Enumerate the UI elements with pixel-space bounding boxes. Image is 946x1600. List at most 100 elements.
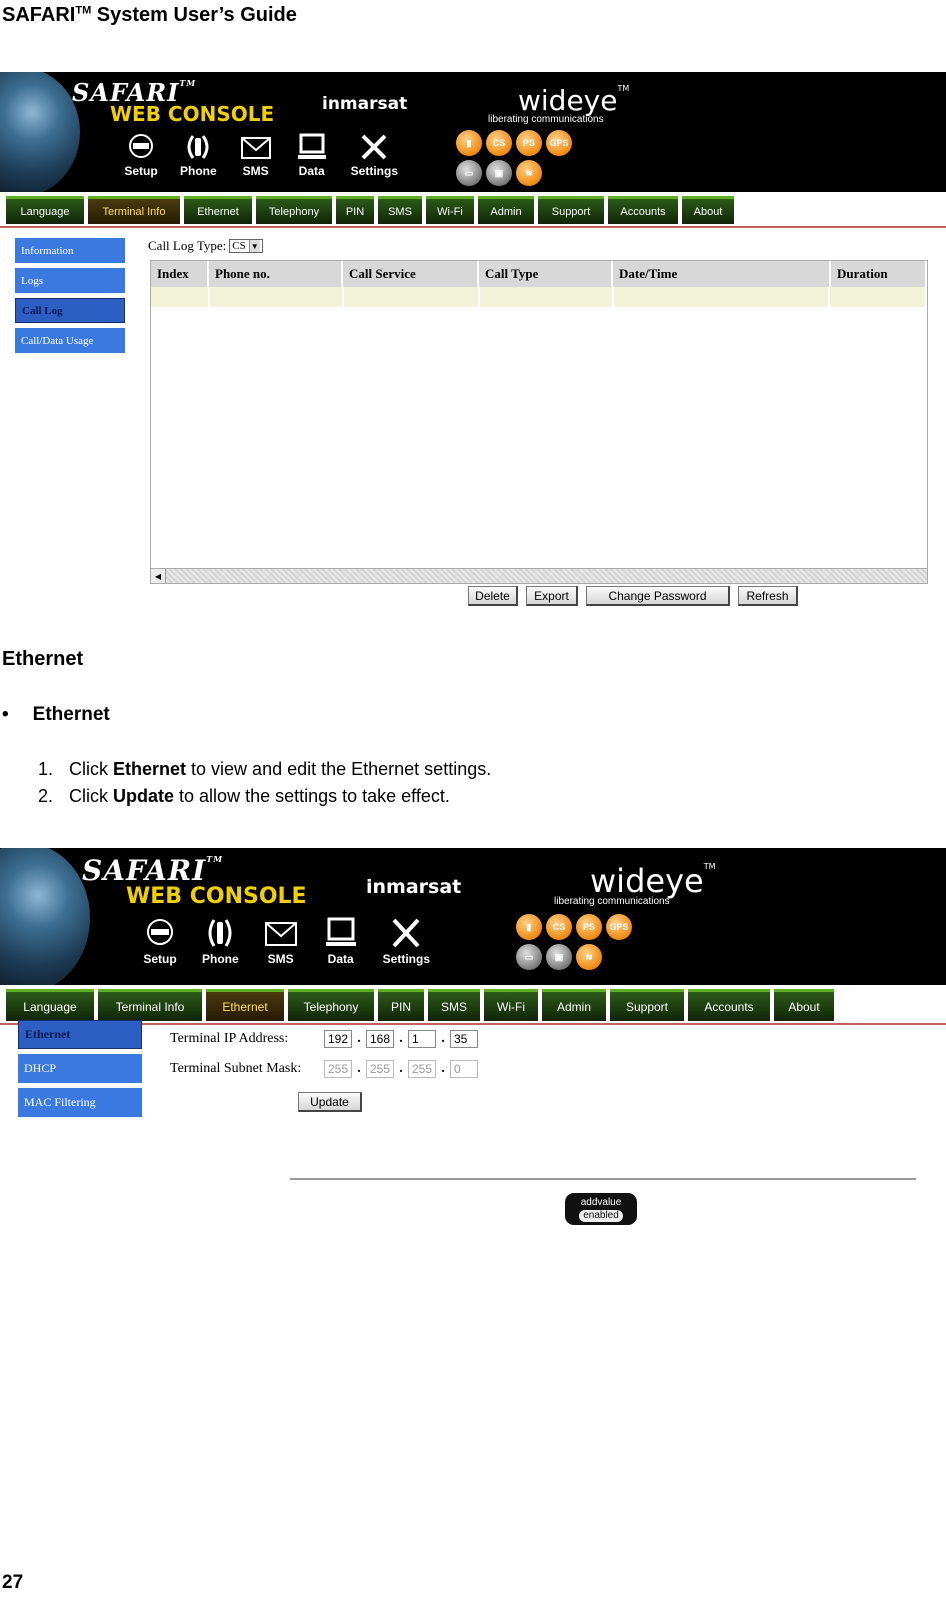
call-log-screenshot: SAFARITM WEB CONSOLE inmarsat wideyeTM l…	[0, 72, 946, 632]
page-number: 27	[2, 1572, 24, 1593]
sidebar-item-ethernet[interactable]: Ethernet	[18, 1020, 142, 1049]
tab-telephony[interactable]: Telephony	[256, 196, 332, 224]
tab-telephony[interactable]: Telephony	[288, 989, 374, 1021]
section-title: Ethernet	[2, 648, 84, 670]
ethernet-settings-form: Terminal IP Address: 192. 168. 1. 35 Ter…	[170, 1024, 478, 1084]
sidebar-item-call-data-usage[interactable]: Call/Data Usage	[15, 328, 125, 353]
tab-about[interactable]: About	[682, 196, 734, 224]
instruction-steps: 1. Click Ethernet to view and edit the Et…	[38, 756, 491, 810]
sms-icon	[264, 922, 297, 946]
settings-icon	[392, 918, 420, 948]
addvalue-enabled-logo: addvalue enabled	[565, 1193, 637, 1225]
setup-icon	[147, 919, 173, 945]
cs-status-icon: CS	[546, 914, 572, 940]
ip-octet-3-input[interactable]: 1	[408, 1030, 436, 1048]
tab-terminal-info[interactable]: Terminal Info	[88, 196, 180, 224]
ip-octet-2-input[interactable]: 168	[366, 1030, 394, 1048]
sms-menu[interactable]: SMS	[239, 132, 273, 178]
setup-menu[interactable]: Setup	[142, 916, 178, 966]
header-title: System User’s Guide	[91, 4, 297, 26]
update-button[interactable]: Update	[298, 1092, 362, 1112]
ip-address-label: Terminal IP Address:	[170, 1031, 289, 1046]
lock-status-icon: ▣	[486, 160, 512, 186]
phone-menu[interactable]: Phone	[180, 132, 217, 178]
bullet-item: • Ethernet	[2, 704, 110, 725]
globe-image	[0, 72, 80, 192]
tab-wifi[interactable]: Wi-Fi	[426, 196, 474, 224]
sidebar-item-dhcp[interactable]: DHCP	[18, 1054, 142, 1083]
table-header-row: Index Phone no. Call Service Call Type D…	[151, 261, 927, 287]
gps-status-icon: GPS	[606, 914, 632, 940]
tab-admin[interactable]: Admin	[478, 196, 534, 224]
subnet-mask-label: Terminal Subnet Mask:	[170, 1061, 302, 1076]
column-call-service[interactable]: Call Service	[343, 261, 479, 287]
tab-sms[interactable]: SMS	[378, 196, 422, 224]
call-log-type-label: Call Log Type:	[148, 238, 227, 253]
web-console-banner: SAFARITM WEB CONSOLE inmarsat wideyeTM l…	[0, 72, 946, 192]
document-header: SAFARITM System User’s Guide	[2, 4, 297, 27]
status-indicators: ▮ CS PS GPS ▭ ▣ ≋	[456, 130, 574, 186]
column-duration[interactable]: Duration	[831, 261, 927, 287]
tab-admin[interactable]: Admin	[542, 989, 606, 1021]
main-menu-icons: Setup Phone SMS Data Settings	[142, 916, 430, 966]
sidebar-item-mac-filtering[interactable]: MAC Filtering	[18, 1088, 142, 1117]
phone-icon	[187, 135, 209, 159]
data-menu[interactable]: Data	[323, 916, 359, 966]
scroll-left-icon[interactable]: ◀	[151, 569, 166, 583]
tab-ethernet[interactable]: Ethernet	[184, 196, 252, 224]
setup-icon	[129, 134, 153, 158]
sidebar-item-call-log[interactable]: Call Log	[15, 298, 125, 323]
phone-icon	[208, 919, 232, 947]
web-console-banner: SAFARITM WEB CONSOLE inmarsat wideyeTM l…	[0, 848, 946, 985]
cs-status-icon: CS	[486, 130, 512, 156]
ip-octet-1-input[interactable]: 192	[324, 1030, 352, 1048]
ip-octet-4-input[interactable]: 35	[450, 1030, 478, 1048]
delete-button[interactable]: Delete	[468, 586, 518, 606]
tab-ethernet[interactable]: Ethernet	[206, 989, 284, 1021]
status-indicators: ▮ CS PS GPS ▭ ▣ ≋	[516, 914, 634, 970]
column-date-time[interactable]: Date/Time	[613, 261, 831, 287]
footer-divider	[290, 1178, 916, 1180]
wifi-status-icon: ≋	[576, 944, 602, 970]
setup-menu[interactable]: Setup	[124, 132, 158, 178]
change-password-button[interactable]: Change Password	[586, 586, 730, 606]
tab-language[interactable]: Language	[6, 196, 84, 224]
wifi-status-icon: ≋	[516, 160, 542, 186]
column-index[interactable]: Index	[151, 261, 209, 287]
tab-pin[interactable]: PIN	[336, 196, 374, 224]
column-phone-no[interactable]: Phone no.	[209, 261, 343, 287]
refresh-button[interactable]: Refresh	[738, 586, 798, 606]
tab-wifi[interactable]: Wi-Fi	[484, 989, 538, 1021]
tab-sms[interactable]: SMS	[428, 989, 480, 1021]
tab-accounts[interactable]: Accounts	[608, 196, 678, 224]
tab-bar: Language Terminal Info Ethernet Telephon…	[0, 194, 946, 228]
data-menu[interactable]: Data	[295, 132, 329, 178]
tab-accounts[interactable]: Accounts	[688, 989, 770, 1021]
ip-address-row: Terminal IP Address: 192. 168. 1. 35	[170, 1024, 478, 1054]
settings-menu[interactable]: Settings	[351, 132, 398, 178]
tab-language[interactable]: Language	[6, 989, 94, 1021]
terminal-info-sidebar: Information Logs Call Log Call/Data Usag…	[15, 238, 125, 353]
ethernet-screenshot: SAFARITM WEB CONSOLE inmarsat wideyeTM l…	[0, 848, 946, 1248]
phone-menu[interactable]: Phone	[202, 916, 239, 966]
export-button[interactable]: Export	[526, 586, 578, 606]
column-call-type[interactable]: Call Type	[479, 261, 613, 287]
sim-status-icon: ▮	[516, 914, 542, 940]
call-log-type-select[interactable]: CS ▼	[229, 239, 263, 253]
horizontal-scrollbar[interactable]: ◀	[151, 568, 927, 583]
call-log-table: Index Phone no. Call Service Call Type D…	[150, 260, 928, 584]
sms-menu[interactable]: SMS	[263, 916, 299, 966]
tab-pin[interactable]: PIN	[378, 989, 424, 1021]
tab-terminal-info[interactable]: Terminal Info	[98, 989, 202, 1021]
sidebar-item-information[interactable]: Information	[15, 238, 125, 263]
settings-menu[interactable]: Settings	[383, 916, 430, 966]
tab-support[interactable]: Support	[610, 989, 684, 1021]
sidebar-item-logs[interactable]: Logs	[15, 268, 125, 293]
globe-image	[0, 848, 90, 985]
header-product-name: SAFARI	[2, 4, 76, 26]
ps-status-icon: PS	[516, 130, 542, 156]
ethernet-sidebar: Ethernet DHCP MAC Filtering	[18, 1020, 142, 1117]
tab-support[interactable]: Support	[538, 196, 604, 224]
tab-about[interactable]: About	[774, 989, 834, 1021]
inmarsat-logo: inmarsat	[366, 876, 462, 898]
